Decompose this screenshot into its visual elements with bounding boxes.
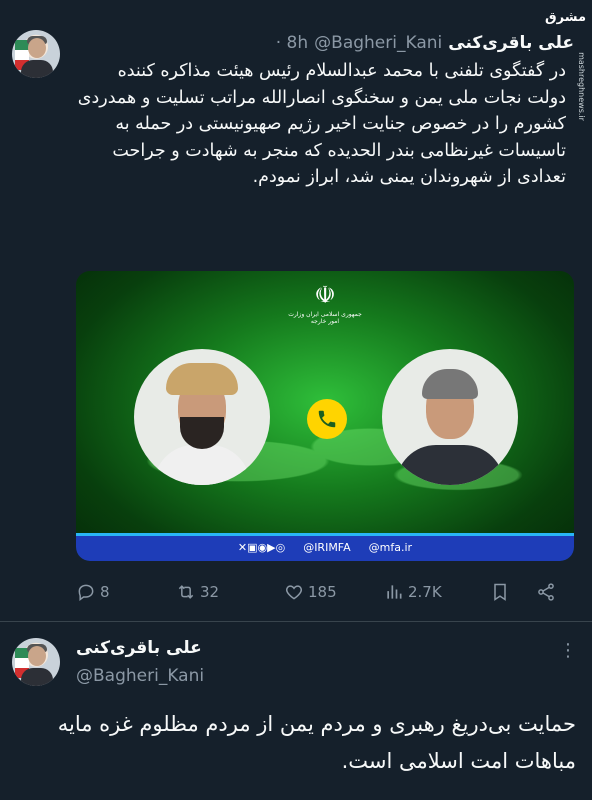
tweet-header: · 8h @Bagheri_Kani علی باقری‌کنی — [76, 30, 574, 56]
like-button[interactable]: 185 — [284, 582, 337, 602]
views-button[interactable]: 2.7K — [384, 582, 442, 602]
views-count: 2.7K — [408, 583, 442, 601]
watermark-site: mashreghnews.ir — [577, 52, 587, 121]
tweet-actions: 8 32 185 2.7K — [76, 578, 566, 606]
reply-count: 8 — [100, 583, 110, 601]
portrait-abdulsalam — [134, 349, 270, 485]
author-handle[interactable]: @Bagheri_Kani — [314, 33, 442, 53]
social-icons: ✕▣◉▶◎ — [237, 540, 286, 554]
like-count: 185 — [308, 583, 337, 601]
author-name[interactable]: علی باقری‌کنی — [448, 33, 574, 53]
tweet-media-image[interactable]: ☫ جمهوری اسلامی ایران وزارت امور خارجه ✕… — [76, 271, 574, 561]
bookmark-button[interactable] — [490, 582, 510, 602]
bookmark-icon — [494, 583, 506, 601]
author-avatar-2[interactable] — [12, 638, 60, 686]
media-footer-handle: @IRIMFA — [303, 540, 351, 554]
media-footer-site: @mfa.ir — [368, 540, 413, 554]
tweet-text: در گفتگوی تلفنی با محمد عبدالسلام رئیس ه… — [77, 61, 566, 187]
media-footer-bar: ✕▣◉▶◎ @IRIMFA @mfa.ir — [76, 533, 574, 561]
retweet-icon — [178, 585, 194, 599]
share-button[interactable] — [536, 582, 556, 602]
mashregh-watermark: مشرق mashreghnews.ir — [545, 10, 586, 121]
watermark-logo: مشرق — [545, 10, 586, 25]
tweet2-text: حمایت بی‌دریغ رهبری و مردم یمن از مردم م… — [57, 712, 576, 773]
heart-icon — [285, 585, 303, 600]
iran-emblem-icon: ☫ — [314, 281, 336, 309]
share-icon — [538, 583, 554, 601]
reply-button[interactable]: 8 — [76, 582, 110, 602]
retweet-count: 32 — [200, 583, 220, 601]
views-chart-icon — [387, 585, 402, 599]
portrait-bagheri-kani — [382, 349, 518, 485]
author-name-2[interactable]: علی باقری‌کنی — [76, 638, 226, 658]
tweet-time: · 8h — [275, 33, 309, 53]
ministry-emblem-text: جمهوری اسلامی ایران وزارت امور خارجه — [288, 311, 362, 325]
author-avatar[interactable] — [12, 30, 60, 78]
tweet2-header: علی باقری‌کنی @Bagheri_Kani — [76, 638, 226, 686]
reply-icon — [78, 584, 94, 601]
retweet-button[interactable]: 32 — [176, 582, 219, 602]
phone-icon — [307, 399, 347, 439]
tweet-divider — [0, 621, 592, 622]
more-options-icon[interactable]: ⋮ — [559, 640, 578, 661]
author-handle-2[interactable]: @Bagheri_Kani — [76, 666, 226, 686]
